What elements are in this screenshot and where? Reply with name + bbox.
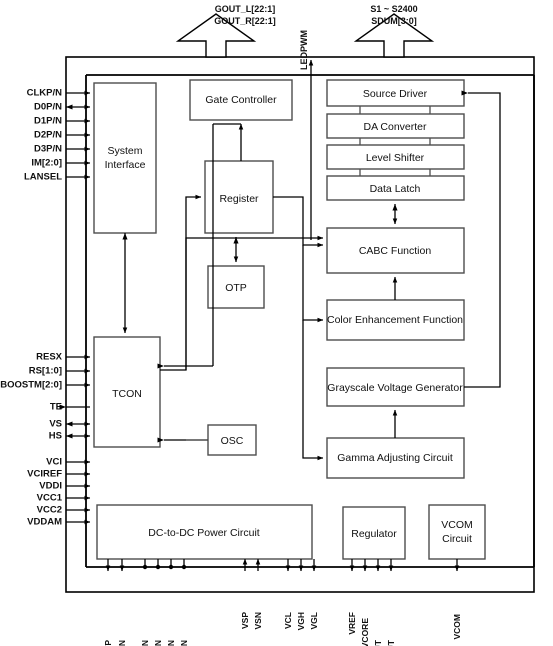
block-label-dcdc-power: DC-to-DC Power Circuit xyxy=(148,527,260,539)
block-level-shifter[interactable]: Level Shifter xyxy=(326,144,465,170)
block-system-interface[interactable]: System Interface xyxy=(93,82,157,234)
port-label-vci: VCI xyxy=(46,457,62,468)
block-gamma-adjusting-circuit[interactable]: Gamma Adjusting Circuit xyxy=(326,437,465,479)
pin-label-vcl: VCL xyxy=(283,612,293,629)
left-ports-group-1: CLKP/N D0P/N D1P/N D2P/N D3P/N IM[2:0] L… xyxy=(24,88,91,183)
svg-text:Interface: Interface xyxy=(105,159,146,171)
block-cabc-function[interactable]: CABC Function xyxy=(326,227,465,274)
port-label-d1pn: D1P/N xyxy=(34,116,62,127)
pin-label-vreg1out: VREG1OUT xyxy=(373,639,383,646)
diagram-canvas: GOUT_L[22:1] GOUT_R[22:1] S1 ~ S2400 SDU… xyxy=(0,0,553,646)
svg-text:System: System xyxy=(107,145,142,157)
pin-label-vgh: VGH xyxy=(296,612,306,630)
port-label-rs10: RS[1:0] xyxy=(29,366,62,377)
port-label-lansel: LANSEL xyxy=(24,172,62,183)
pin-label-extp: EXTP xyxy=(103,640,113,646)
block-label-gate-controller: Gate Controller xyxy=(205,94,277,106)
block-label-register: Register xyxy=(219,193,259,205)
pin-label-vcore: VCORE xyxy=(360,618,370,646)
port-label-vs: VS xyxy=(49,419,62,430)
pin-label-extn: EXTN xyxy=(117,640,127,646)
pin-label-vref: VREF xyxy=(347,612,357,635)
port-label-clkpn: CLKP/N xyxy=(27,88,63,99)
link-grayscale-sourcedriver xyxy=(461,90,501,388)
junction-dot-c22 xyxy=(155,564,161,570)
block-register[interactable]: Register xyxy=(204,160,274,234)
port-label-vddi: VDDI xyxy=(39,481,62,492)
pin-label-vcom: VCOM xyxy=(452,614,462,640)
link-register-colorenh xyxy=(302,245,324,323)
left-ports-group-3: VCI VCIREF VDDI VCC1 VCC2 VDDAM xyxy=(27,457,91,528)
link-systeminterface-register xyxy=(185,194,202,300)
block-tcon[interactable]: TCON xyxy=(93,336,161,448)
svg-text:VCOM: VCOM xyxy=(441,519,473,531)
port-label-d0pn: D0P/N xyxy=(34,102,62,113)
pin-label-c21: C21P/C21N xyxy=(140,640,150,646)
block-label-otp: OTP xyxy=(225,282,247,294)
block-otp[interactable]: OTP xyxy=(207,265,265,309)
block-diagram: GOUT_L[22:1] GOUT_R[22:1] S1 ~ S2400 SDU… xyxy=(0,4,535,646)
pin-label-vsp: VSP xyxy=(240,612,250,629)
junction-dot-c24 xyxy=(181,564,187,570)
junction-dot-c21 xyxy=(142,564,148,570)
block-gate-controller[interactable]: Gate Controller xyxy=(189,79,293,121)
block-grayscale-voltage-generator[interactable]: Grayscale Voltage Generator xyxy=(326,367,465,407)
source-label-line1: S1 ~ S2400 xyxy=(370,4,417,14)
port-label-d3pn: D3P/N xyxy=(34,144,62,155)
port-label-vddam: VDDAM xyxy=(27,517,62,528)
gout-label-line1: GOUT_L[22:1] xyxy=(215,4,276,14)
svg-text:Circuit: Circuit xyxy=(442,533,472,545)
block-color-enhancement[interactable]: Color Enhancement Function xyxy=(326,299,465,341)
block-vcom-circuit[interactable]: VCOM Circuit xyxy=(428,504,486,560)
block-da-converter[interactable]: DA Converter xyxy=(326,113,465,139)
block-label-gamma-adjusting: Gamma Adjusting Circuit xyxy=(337,452,453,464)
gout-label-line2: GOUT_R[22:1] xyxy=(214,16,276,26)
block-source-driver[interactable]: Source Driver xyxy=(326,79,465,107)
junction-dot-c23 xyxy=(168,564,174,570)
left-ports-group-2: RESX RS[1:0] BOOSTM[2:0] TE VS HS xyxy=(0,352,91,442)
port-label-hs: HS xyxy=(49,431,62,442)
block-label-data-latch: Data Latch xyxy=(370,183,421,195)
port-label-d2pn: D2P/N xyxy=(34,130,62,141)
bottom-ports: EXTP EXTN C21P/C21N C22P/C22N C23P/C23N … xyxy=(103,558,462,646)
pin-label-c23: C23P/C23N xyxy=(166,640,176,646)
ledpwm-label: LEDPWM xyxy=(299,30,309,70)
block-label-color-enhancement: Color Enhancement Function xyxy=(327,314,463,326)
pin-label-vgl: VGL xyxy=(309,612,319,629)
block-label-regulator: Regulator xyxy=(351,528,397,540)
block-label-level-shifter: Level Shifter xyxy=(366,152,425,164)
block-dcdc-power-circuit[interactable]: DC-to-DC Power Circuit xyxy=(96,504,313,560)
block-osc[interactable]: OSC xyxy=(207,424,257,456)
block-label-tcon: TCON xyxy=(112,388,142,400)
block-label-da-converter: DA Converter xyxy=(363,121,427,133)
block-label-cabc-function: CABC Function xyxy=(359,245,432,257)
block-label-osc: OSC xyxy=(221,435,244,447)
block-regulator[interactable]: Regulator xyxy=(342,506,406,560)
source-label-line2: SDUM[3:0] xyxy=(371,16,417,26)
block-data-latch[interactable]: Data Latch xyxy=(326,175,465,201)
pin-label-vsn: VSN xyxy=(253,612,263,629)
port-label-vciref: VCIREF xyxy=(27,469,62,480)
port-label-vcc1: VCC1 xyxy=(37,493,63,504)
port-label-te: TE xyxy=(50,402,62,413)
port-label-vcc2: VCC2 xyxy=(37,505,62,516)
pin-label-vreg2out: VREG2OUT xyxy=(386,639,396,646)
port-label-boostm: BOOSTM[2:0] xyxy=(0,380,62,391)
block-label-grayscale-voltage: Grayscale Voltage Generator xyxy=(327,382,463,394)
port-label-resx: RESX xyxy=(36,352,63,363)
link-register-gamma xyxy=(302,320,324,461)
port-label-im20: IM[2:0] xyxy=(31,158,62,169)
pin-label-c22: C22P/C22N xyxy=(153,640,163,646)
block-label-source-driver: Source Driver xyxy=(363,88,428,100)
pin-label-c24: C24P/C24N xyxy=(179,640,189,646)
